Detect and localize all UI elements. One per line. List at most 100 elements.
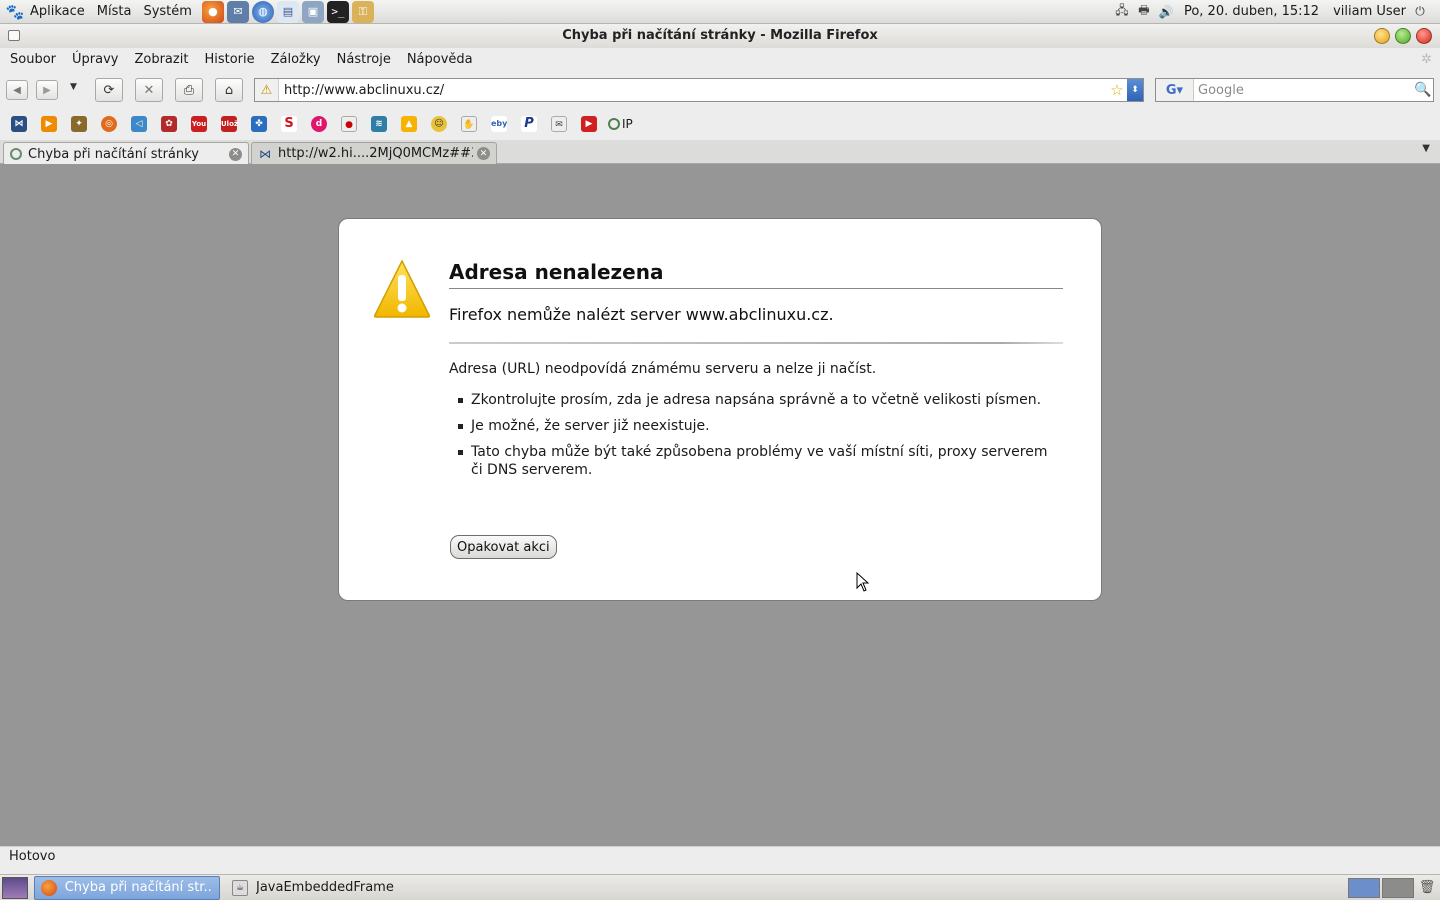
- taskbar-item-title: Chyba při načítání str...: [64, 880, 213, 895]
- bookmark-red-play-icon[interactable]: ▶: [576, 113, 602, 135]
- panel-menu: Aplikace Místa Systém: [24, 0, 198, 24]
- tab-w2[interactable]: ⋈ http://w2.hi....2MjQ0MCMz##3 ✕: [251, 142, 497, 164]
- globe-favicon-icon: [10, 148, 22, 160]
- panel-user[interactable]: viliam User: [1329, 4, 1410, 19]
- java-window-icon: ☕: [232, 879, 248, 896]
- bookmark-ubuntu-icon[interactable]: ◎: [96, 113, 122, 135]
- volume-icon[interactable]: 🔊: [1156, 3, 1176, 21]
- bookmark-s-icon[interactable]: S: [276, 113, 302, 135]
- keys-launcher-icon[interactable]: ⚿: [351, 0, 374, 23]
- retry-button[interactable]: Opakovat akci: [450, 535, 557, 559]
- error-page-box: Adresa nenalezena Firefox nemůže nalézt …: [338, 218, 1102, 601]
- firefox-icon: [41, 879, 57, 896]
- tab-error-page[interactable]: Chyba při načítání stránky ✕: [3, 142, 249, 165]
- trash-icon[interactable]: 🗑: [1418, 878, 1436, 898]
- printer-icon[interactable]: 🖶: [1134, 3, 1154, 21]
- site-warning-icon[interactable]: ⚠: [255, 79, 279, 101]
- menu-tools[interactable]: Nástroje: [329, 49, 399, 71]
- gnome-foot-icon[interactable]: 🐾: [6, 3, 25, 21]
- menu-view[interactable]: Zobrazit: [126, 49, 196, 71]
- notes-launcher-icon[interactable]: ▤: [276, 0, 299, 23]
- forward-button[interactable]: ▶: [36, 80, 58, 100]
- search-bar: G▾ 🔍: [1155, 78, 1434, 102]
- bookmark-triangle-icon[interactable]: ▲: [396, 113, 422, 135]
- tab-title: Chyba při načítání stránky: [28, 146, 199, 162]
- tab-strip: Chyba při načítání stránky ✕ ⋈ http://w2…: [0, 140, 1440, 165]
- stop-button[interactable]: ✕: [135, 78, 163, 102]
- suggestion-item: Tato chyba může být také způsobena probl…: [449, 443, 1049, 479]
- bookmark-ip-icon: [608, 118, 620, 130]
- menu-bookmarks[interactable]: Záložky: [263, 49, 329, 71]
- maximize-button[interactable]: [1395, 28, 1411, 44]
- browser-globe-launcher-icon[interactable]: ◍: [251, 0, 274, 23]
- bookmark-envelope-icon[interactable]: ✉: [546, 113, 572, 135]
- bookmark-paypal-icon[interactable]: P: [516, 113, 542, 135]
- error-title: Adresa nenalezena: [449, 260, 1063, 289]
- bookmark-japan-icon[interactable]: ●: [336, 113, 362, 135]
- screenshot-launcher-icon[interactable]: ▣: [301, 0, 324, 23]
- tab-close-icon[interactable]: ✕: [229, 147, 242, 161]
- search-magnifier-icon[interactable]: 🔍: [1413, 82, 1433, 98]
- panel-menu-places[interactable]: Místa: [91, 0, 138, 24]
- mail-launcher-icon[interactable]: ✉: [226, 0, 249, 23]
- bookmark-ip-label: IP: [622, 117, 633, 131]
- panel-menu-system[interactable]: Systém: [137, 0, 197, 24]
- bookmarks-toolbar: ⋈ ▶ ✦ ◎ ◁ ✿ You Ulož ✤ S d ● ≋ ▲ ☺ ✋ eby…: [0, 110, 1440, 138]
- panel-menu-applications[interactable]: Aplikace: [24, 0, 91, 24]
- show-desktop-button[interactable]: [2, 876, 28, 899]
- menu-edit[interactable]: Úpravy: [64, 49, 126, 71]
- google-engine-icon[interactable]: G▾: [1156, 79, 1194, 101]
- window-titlebar[interactable]: Chyba při načítání stránky - Mozilla Fir…: [0, 24, 1440, 48]
- bookmark-youtube-icon[interactable]: You: [186, 113, 212, 135]
- tab-close-icon[interactable]: ✕: [477, 147, 490, 160]
- bookmark-smile-icon[interactable]: ☺: [426, 113, 452, 135]
- suggestion-item: Zkontrolujte prosím, zda je adresa napsá…: [449, 391, 1049, 409]
- status-text: Hotovo: [9, 849, 56, 864]
- bookmark-wave-icon[interactable]: ≋: [366, 113, 392, 135]
- bookmark-ebay-icon[interactable]: eby: [486, 113, 512, 135]
- taskbar-item-java[interactable]: ☕ JavaEmbeddedFrame: [226, 876, 412, 900]
- bookmark-ip[interactable]: IP: [608, 117, 633, 131]
- bookmark-vlc-icon[interactable]: ◁: [126, 113, 152, 135]
- network-icon[interactable]: 🖧: [1112, 3, 1132, 21]
- home-button[interactable]: ⌂: [215, 78, 243, 102]
- menu-file[interactable]: Soubor: [2, 49, 64, 71]
- workspace-2[interactable]: [1382, 877, 1414, 898]
- bookmark-uloz-icon[interactable]: Ulož: [216, 113, 242, 135]
- bookmark-d-icon[interactable]: d: [306, 113, 332, 135]
- url-history-dropdown-icon[interactable]: ⬍: [1127, 79, 1143, 101]
- bookmark-puzzle-icon[interactable]: ✤: [246, 113, 272, 135]
- bookmark-hand-icon[interactable]: ✋: [456, 113, 482, 135]
- print-button[interactable]: ⎙: [175, 78, 203, 102]
- panel-launchers: ● ✉ ◍ ▤ ▣ >_ ⚿: [201, 0, 374, 23]
- firefox-launcher-icon[interactable]: ●: [201, 0, 224, 23]
- bookmark-flower-icon[interactable]: ✿: [156, 113, 182, 135]
- panel-tray: 🖧 🖶 🔊 Po, 20. duben, 15:12 viliam User ⏻: [1112, 0, 1440, 24]
- page-content: Adresa nenalezena Firefox nemůže nalézt …: [0, 164, 1440, 846]
- window-title: Chyba při načítání stránky - Mozilla Fir…: [562, 28, 878, 43]
- menu-history[interactable]: Historie: [196, 49, 262, 71]
- error-long-description: Adresa (URL) neodpovídá známému serveru …: [449, 361, 1049, 487]
- close-button[interactable]: [1416, 28, 1432, 44]
- power-icon[interactable]: ⏻: [1410, 3, 1430, 21]
- error-long-text: Adresa (URL) neodpovídá známému serveru …: [449, 361, 877, 377]
- tab-title: http://w2.hi....2MjQ0MCMz##3: [278, 146, 473, 161]
- reload-button[interactable]: ⟳: [95, 78, 123, 102]
- tab-list-dropdown-icon[interactable]: ▼: [1422, 143, 1430, 154]
- taskbar-item-firefox[interactable]: Chyba při načítání str...: [34, 875, 220, 900]
- panel-clock[interactable]: Po, 20. duben, 15:12: [1178, 4, 1329, 19]
- bookmark-star-icon[interactable]: ☆: [1107, 81, 1127, 99]
- bookmark-butterfly-icon[interactable]: ⋈: [6, 113, 32, 135]
- back-button[interactable]: ◀: [6, 80, 28, 100]
- bookmark-play-icon[interactable]: ▶: [36, 113, 62, 135]
- history-dropdown-icon[interactable]: ▼: [70, 82, 77, 92]
- menu-help[interactable]: Nápověda: [399, 49, 481, 71]
- bookmark-tools-icon[interactable]: ✦: [66, 113, 92, 135]
- window-buttons: [1374, 28, 1432, 44]
- terminal-launcher-icon[interactable]: >_: [326, 0, 349, 23]
- minimize-button[interactable]: [1374, 28, 1390, 44]
- window-menu-icon[interactable]: [8, 30, 20, 41]
- search-input[interactable]: [1194, 80, 1413, 100]
- url-input[interactable]: [279, 80, 1107, 100]
- workspace-1[interactable]: [1348, 877, 1380, 898]
